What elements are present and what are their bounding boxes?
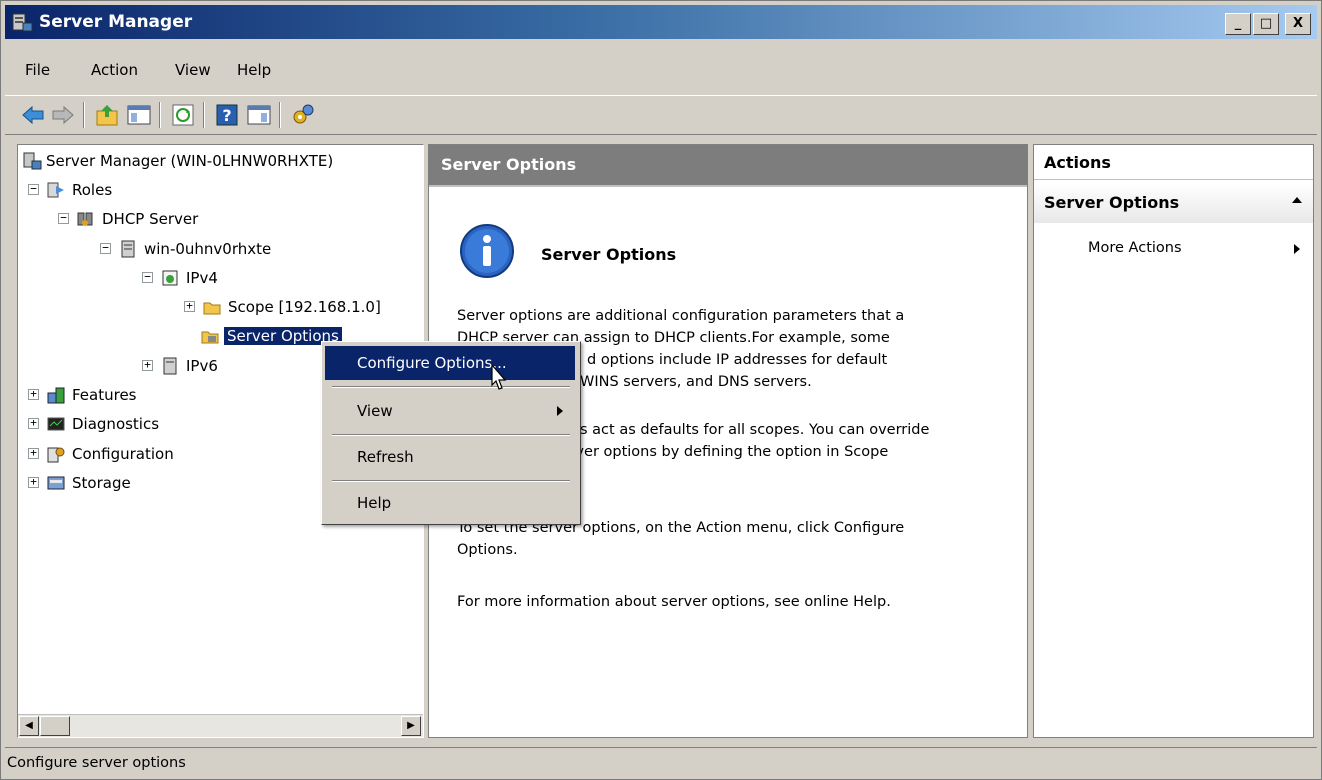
collapse-toggle[interactable]: − — [142, 271, 153, 283]
features-icon — [47, 387, 65, 404]
actions-pane: Actions Server Options More Actions — [1033, 144, 1314, 738]
window-title: Server Manager — [39, 12, 193, 32]
menu-bar: File Action View Help — [5, 51, 1317, 87]
folder-icon — [203, 302, 221, 315]
actions-header: Actions — [1034, 145, 1313, 180]
configure-icon[interactable] — [289, 101, 317, 129]
menu-separator — [332, 480, 570, 482]
context-menu: Configure Options... View Refresh Help — [321, 341, 581, 525]
horizontal-scrollbar[interactable]: ◀ ▶ — [18, 714, 423, 737]
context-menu-view[interactable]: View — [325, 394, 575, 428]
expand-toggle[interactable]: + — [28, 417, 39, 429]
context-menu-configure-options[interactable]: Configure Options... — [325, 346, 575, 380]
submenu-arrow-icon — [557, 406, 563, 416]
server-manager-window: Server Manager _ □ X File Action View He… — [0, 0, 1322, 780]
context-menu-help[interactable]: Help — [325, 486, 575, 520]
menu-view[interactable]: View — [175, 61, 211, 79]
menu-file[interactable]: File — [25, 61, 50, 79]
scroll-right-button[interactable]: ▶ — [401, 716, 421, 736]
description-paragraph-4: For more information about server option… — [457, 594, 891, 610]
scroll-left-button[interactable]: ◀ — [19, 716, 39, 736]
context-menu-refresh[interactable]: Refresh — [325, 440, 575, 474]
configuration-icon — [47, 447, 65, 463]
diagnostics-icon — [47, 417, 65, 431]
close-button[interactable]: X — [1285, 13, 1311, 35]
expand-toggle[interactable]: + — [28, 447, 39, 459]
info-title: Server Options — [541, 245, 677, 264]
storage-icon — [47, 476, 65, 490]
dhcp-server-icon — [77, 212, 93, 226]
refresh-icon[interactable] — [169, 101, 197, 129]
collapse-toggle[interactable]: − — [28, 183, 39, 195]
status-text: Configure server options — [7, 755, 186, 771]
expand-toggle[interactable]: + — [28, 388, 39, 400]
more-actions-link[interactable]: More Actions — [1088, 240, 1182, 256]
menu-separator — [332, 434, 570, 436]
submenu-arrow-icon — [1294, 244, 1300, 254]
collapse-toggle[interactable]: − — [58, 212, 69, 224]
results-pane-header: Server Options — [429, 145, 1027, 185]
expand-toggle[interactable]: + — [28, 476, 39, 488]
toolbar: ? — [5, 95, 1317, 135]
properties-icon[interactable] — [245, 101, 273, 129]
forward-icon[interactable] — [49, 101, 77, 129]
roles-icon — [47, 182, 64, 198]
title-bar[interactable]: Server Manager _ □ X — [5, 5, 1317, 39]
ipv6-icon — [163, 357, 177, 375]
server-manager-app-icon — [12, 13, 33, 32]
svg-text:?: ? — [222, 106, 231, 125]
help-icon[interactable]: ? — [213, 101, 241, 129]
info-icon — [460, 224, 514, 278]
expand-toggle[interactable]: + — [184, 300, 195, 312]
expand-toggle[interactable]: + — [142, 359, 153, 371]
menu-action[interactable]: Action — [91, 61, 138, 79]
menu-separator — [332, 386, 570, 388]
actions-group-server-options[interactable]: Server Options — [1034, 183, 1313, 223]
server-options-icon — [201, 331, 219, 344]
collapse-toggle[interactable]: − — [100, 242, 111, 254]
mouse-cursor-icon — [491, 363, 507, 390]
minimize-button[interactable]: _ — [1225, 13, 1251, 35]
ipv4-icon — [162, 270, 178, 286]
show-hide-tree-icon[interactable] — [125, 101, 153, 129]
menu-help[interactable]: Help — [237, 61, 271, 79]
server-manager-icon — [23, 152, 42, 170]
maximize-button[interactable]: □ — [1253, 13, 1279, 35]
up-folder-icon[interactable] — [93, 101, 121, 129]
back-icon[interactable] — [19, 101, 47, 129]
status-bar: Configure server options — [5, 747, 1317, 778]
scroll-thumb[interactable] — [40, 716, 70, 736]
server-icon — [121, 240, 135, 258]
collapse-arrow-icon[interactable] — [1292, 197, 1302, 203]
